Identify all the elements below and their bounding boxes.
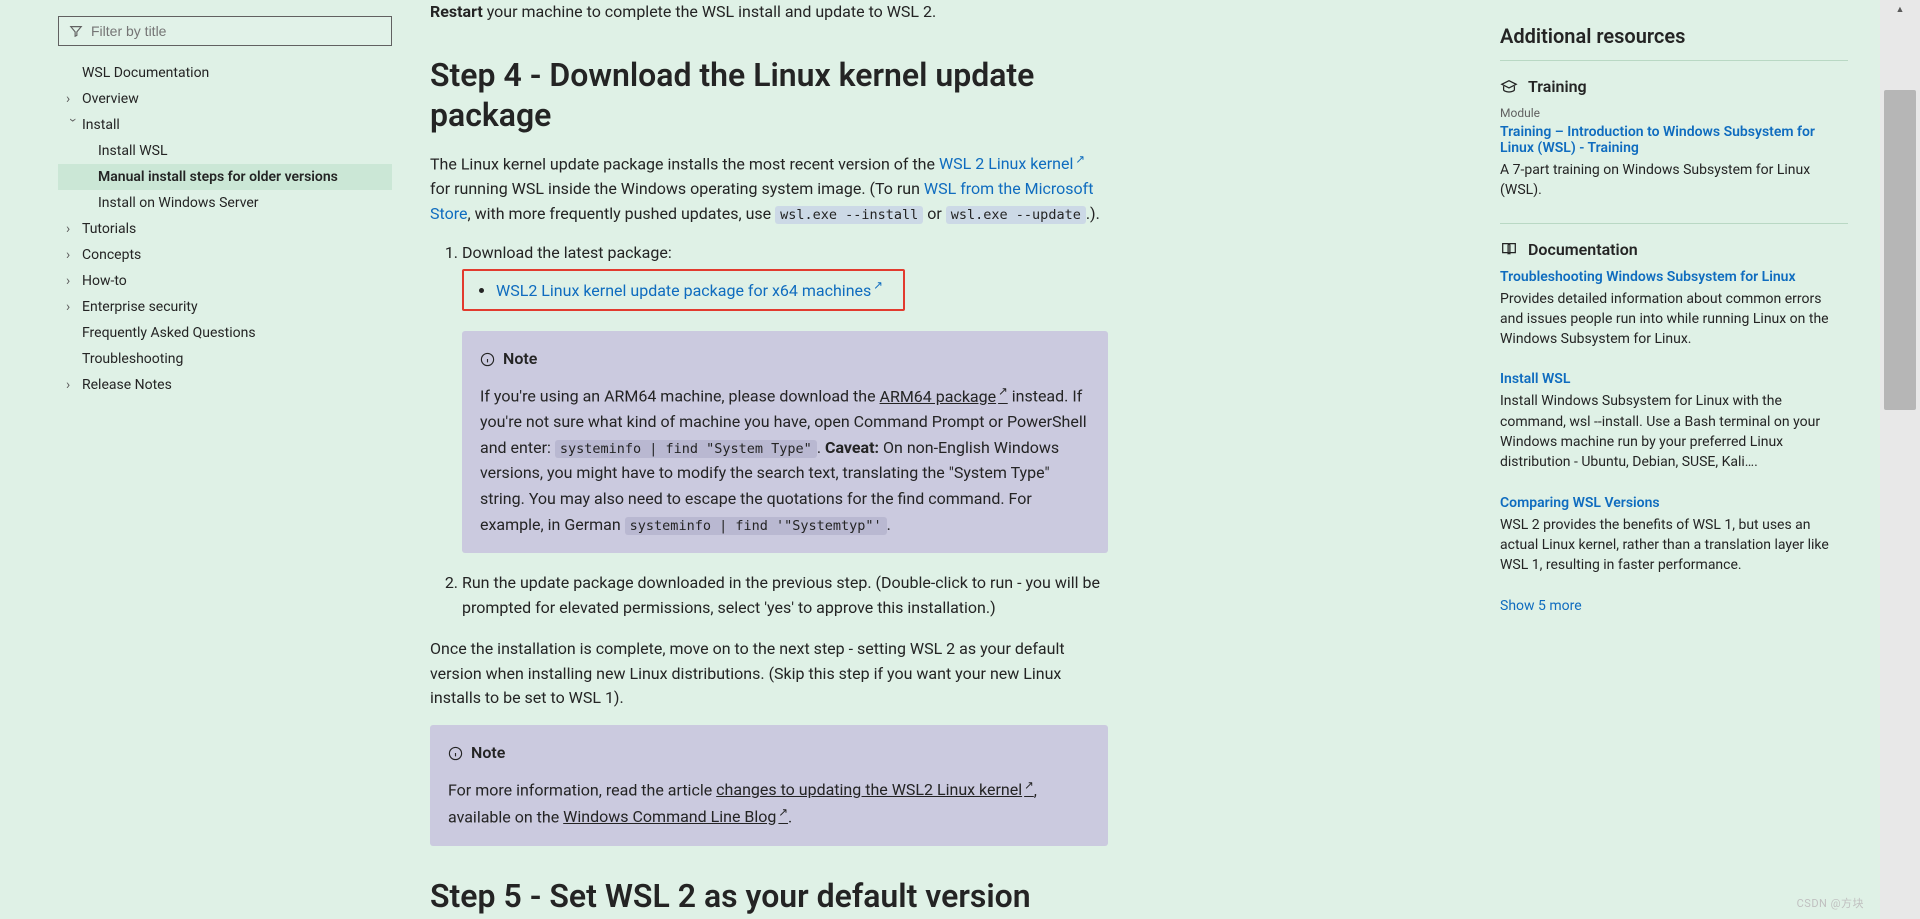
code-systeminfo-en: systeminfo | find "System Type" (555, 440, 817, 458)
step4-ordered-list: Download the latest package: WSL2 Linux … (430, 241, 1108, 621)
filter-input[interactable] (91, 23, 381, 39)
article-main: Restart your machine to complete the WSL… (400, 0, 1120, 919)
nav-faq[interactable]: Frequently Asked Questions (58, 320, 392, 346)
aside-heading: Additional resources (1500, 24, 1848, 48)
link-cmdline-blog[interactable]: Windows Command Line Blog↗ (563, 807, 788, 826)
link-download-x64[interactable]: WSL2 Linux kernel update package for x64… (496, 281, 883, 300)
nav-manual-install[interactable]: Manual install steps for older versions (58, 164, 392, 190)
code-systeminfo-de: systeminfo | find '"Systemtyp"' (625, 517, 887, 535)
info-icon (448, 746, 463, 761)
link-changes-kernel[interactable]: changes to updating the WSL2 Linux kerne… (716, 780, 1034, 799)
link-training-module[interactable]: Training – Introduction to Windows Subsy… (1500, 124, 1848, 156)
nav-release-notes[interactable]: ›Release Notes (58, 372, 392, 398)
doc-desc-install-wsl: Install Windows Subsystem for Linux with… (1500, 391, 1848, 472)
external-link-icon: ↗ (778, 805, 788, 819)
restart-paragraph: Restart your machine to complete the WSL… (430, 0, 1108, 25)
training-section-header: Training (1500, 77, 1848, 96)
divider (1500, 223, 1848, 224)
filter-icon (69, 24, 83, 38)
external-link-icon: ↗ (1024, 778, 1034, 792)
nav-tutorials[interactable]: ›Tutorials (58, 216, 392, 242)
external-link-icon: ↗ (998, 384, 1008, 398)
nav-concepts[interactable]: ›Concepts (58, 242, 392, 268)
info-icon (480, 352, 495, 367)
training-icon (1500, 78, 1518, 96)
external-link-icon: ↗ (873, 278, 883, 292)
doc-link-install-wsl[interactable]: Install WSL (1500, 371, 1848, 387)
highlight-box: WSL2 Linux kernel update package for x64… (462, 269, 905, 311)
doc-link-comparing[interactable]: Comparing WSL Versions (1500, 495, 1848, 511)
kernel-intro-paragraph: The Linux kernel update package installs… (430, 151, 1108, 227)
note-more-info: Note For more information, read the arti… (430, 725, 1108, 846)
documentation-section-header: Documentation (1500, 240, 1848, 259)
doc-desc-comparing: WSL 2 provides the benefits of WSL 1, bu… (1500, 515, 1848, 576)
show-more-link[interactable]: Show 5 more (1500, 598, 1848, 614)
nav-troubleshooting[interactable]: Troubleshooting (58, 346, 392, 372)
external-link-icon: ↗ (1075, 152, 1085, 166)
scroll-up-icon[interactable]: ▲ (1880, 0, 1920, 18)
scrollbar[interactable]: ▲ ▼ (1880, 0, 1920, 919)
divider (1500, 60, 1848, 61)
nav-enterprise-security[interactable]: ›Enterprise security (58, 294, 392, 320)
doc-desc-troubleshooting: Provides detailed information about comm… (1500, 289, 1848, 350)
link-arm64-package[interactable]: ARM64 package↗ (880, 387, 1008, 406)
additional-resources: Additional resources Training Module Tra… (1500, 0, 1880, 919)
nav-install[interactable]: ›Install (58, 112, 392, 138)
code-wsl-update: wsl.exe --update (946, 206, 1086, 224)
filter-input-wrap[interactable] (58, 16, 392, 46)
nav-wsl-documentation[interactable]: WSL Documentation (58, 60, 392, 86)
book-icon (1500, 240, 1518, 258)
nav-overview[interactable]: ›Overview (58, 86, 392, 112)
code-wsl-install: wsl.exe --install (775, 206, 923, 224)
left-nav: WSL Documentation ›Overview ›Install Ins… (0, 0, 400, 919)
step4-li-run: Run the update package downloaded in the… (462, 571, 1108, 621)
note-arm64: Note If you're using an ARM64 machine, p… (462, 331, 1108, 553)
training-desc: A 7-part training on Windows Subsystem f… (1500, 160, 1848, 201)
after-install-paragraph: Once the installation is complete, move … (430, 637, 1108, 711)
doc-link-troubleshooting[interactable]: Troubleshooting Windows Subsystem for Li… (1500, 269, 1848, 285)
scroll-thumb[interactable] (1884, 90, 1916, 410)
module-label: Module (1500, 106, 1848, 120)
step5-heading: Step 5 - Set WSL 2 as your default versi… (430, 876, 1108, 916)
nav-install-windows-server[interactable]: Install on Windows Server (58, 190, 392, 216)
nav-install-wsl[interactable]: Install WSL (58, 138, 392, 164)
nav-howto[interactable]: ›How-to (58, 268, 392, 294)
step4-li-download: Download the latest package: WSL2 Linux … (462, 241, 1108, 554)
link-wsl2-kernel[interactable]: WSL 2 Linux kernel↗ (939, 154, 1085, 173)
step4-heading: Step 4 - Download the Linux kernel updat… (430, 55, 1108, 135)
